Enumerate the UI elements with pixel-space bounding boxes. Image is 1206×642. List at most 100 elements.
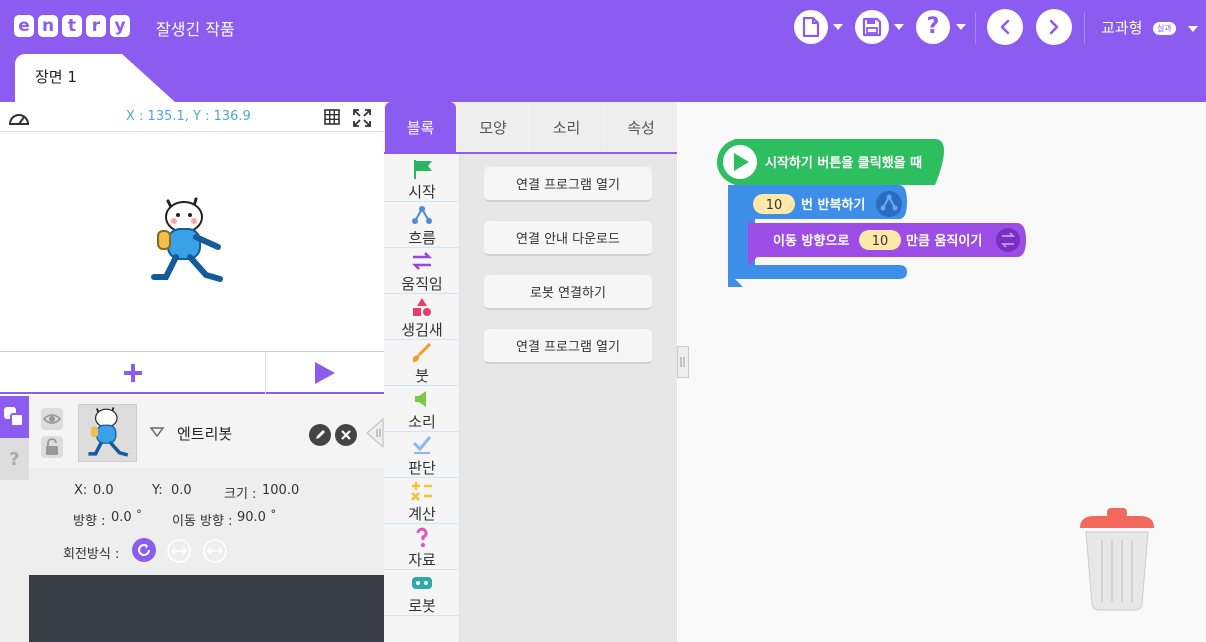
move-direction-block[interactable]: 이동 방향으로 10 만큼 움직이기 [748, 223, 1026, 265]
new-file-button[interactable] [794, 10, 828, 44]
tab-shapes[interactable]: 모양 [458, 102, 528, 152]
save-caret-icon[interactable] [894, 24, 904, 30]
object-panel-footer [29, 575, 384, 642]
tab-sounds[interactable]: 소리 [531, 102, 602, 152]
undo-button[interactable] [987, 9, 1023, 45]
category-label: 흐름 [408, 229, 436, 247]
speed-gauge-icon[interactable] [7, 108, 31, 126]
trash-can-icon[interactable] [1080, 508, 1154, 612]
logo-letter-n: n [38, 15, 58, 37]
shapes-icon [413, 298, 431, 316]
entry-logo[interactable]: e n t r y [14, 15, 130, 37]
fullscreen-icon[interactable] [353, 109, 371, 127]
direction-value[interactable]: 0.0 ˚ [111, 510, 142, 525]
triangle-down-icon[interactable] [150, 427, 164, 437]
top-bar: e n t r y 잘생긴 작품 ? 교과형 실과 장면 1 [0, 0, 1206, 102]
run-button[interactable] [266, 352, 384, 394]
objects-icon [4, 407, 24, 427]
palette-block-open-program[interactable]: 연결 프로그램 열기 [484, 167, 652, 202]
tab-blocks[interactable]: 블록 [385, 102, 456, 152]
category-robot[interactable]: 로봇 [384, 570, 460, 616]
x-label: X: [74, 483, 88, 498]
category-label: 로봇 [408, 597, 436, 615]
size-value[interactable]: 100.0 [262, 483, 299, 498]
category-label: 판단 [408, 459, 436, 477]
mode-caret-icon[interactable] [1188, 26, 1198, 32]
edit-object-button[interactable] [309, 424, 331, 446]
category-calculation[interactable]: 계산 [384, 478, 460, 524]
lock-toggle[interactable] [41, 436, 63, 458]
object-list-item[interactable]: 엔트리봇 [29, 396, 384, 468]
project-title[interactable]: 잘생긴 작품 [156, 16, 235, 40]
file-icon [802, 17, 820, 37]
y-value[interactable]: 0.0 [171, 483, 192, 498]
repeat-block-label: 번 반복하기 [801, 197, 865, 213]
category-brush[interactable]: 붓 [384, 340, 460, 386]
chevron-left-icon [1000, 19, 1010, 35]
palette-block-download-guide[interactable]: 연결 안내 다운로드 [484, 221, 652, 256]
panel-resize-handle-icon[interactable] [366, 418, 384, 448]
new-file-caret-icon[interactable] [833, 24, 843, 30]
logo-letter-t: t [62, 15, 82, 37]
stage-toolbar: X : 135.1, Y : 136.9 [0, 102, 384, 132]
unlock-icon [46, 438, 58, 455]
palette-block-connect-robot[interactable]: 로봇 연결하기 [484, 275, 652, 310]
logo-letter-y: y [110, 15, 130, 37]
category-label: 붓 [415, 367, 429, 385]
help-button[interactable]: ? [916, 10, 950, 44]
category-data[interactable]: 자료 [384, 524, 460, 570]
category-judgement[interactable]: 판단 [384, 432, 460, 478]
category-sound[interactable]: 소리 [384, 386, 460, 432]
palette-block-open-program[interactable]: 연결 프로그램 열기 [484, 329, 652, 364]
mode-badge: 실과 [1153, 22, 1176, 35]
move-arrows-icon [411, 252, 433, 270]
question-icon: ? [926, 14, 940, 39]
block-category-list: 시작 흐름 움직임 생김새 붓 소리 판단 계산 자료 로봇 [384, 154, 460, 642]
y-label: Y: [152, 483, 163, 498]
visibility-toggle[interactable] [41, 408, 63, 430]
object-thumbnail[interactable] [78, 404, 137, 462]
entrybot-sprite[interactable] [146, 195, 226, 289]
start-block-label: 시작하기 버튼을 클릭했을 때 [765, 155, 922, 171]
category-movement[interactable]: 움직임 [384, 248, 460, 294]
toolbar-divider [975, 12, 976, 44]
entrybot-thumbnail-icon [88, 407, 129, 457]
move-direction-value[interactable]: 90.0 ˚ [237, 510, 277, 525]
trash-icon [1080, 508, 1154, 611]
save-button[interactable] [855, 10, 889, 44]
category-start[interactable]: 시작 [384, 156, 460, 202]
category-flow[interactable]: 흐름 [384, 202, 460, 248]
add-object-button[interactable] [0, 352, 266, 394]
category-label: 생김새 [401, 321, 443, 339]
rotation-mode-label: 회전방식 : [63, 547, 120, 562]
stage-canvas[interactable] [0, 132, 384, 352]
direction-label: 방향 : [73, 514, 106, 529]
logo-letter-e: e [14, 15, 34, 37]
mode-selector[interactable]: 교과형 [1101, 17, 1142, 38]
category-looks[interactable]: 생김새 [384, 294, 460, 340]
close-icon [341, 430, 351, 440]
delete-object-button[interactable] [335, 424, 357, 446]
no-rotation-icon[interactable] [203, 539, 227, 563]
tab-properties[interactable]: 속성 [605, 102, 677, 152]
flip-horizontal-icon[interactable] [167, 539, 191, 563]
grid-icon[interactable] [324, 109, 340, 125]
logo-letter-r: r [86, 15, 106, 37]
redo-button[interactable] [1036, 9, 1072, 45]
help-tab[interactable]: ? [0, 438, 29, 480]
object-list-tab[interactable] [0, 396, 29, 438]
check-icon [412, 436, 432, 454]
drag-handle-icon [680, 357, 685, 367]
help-caret-icon[interactable] [956, 24, 966, 30]
brush-icon [412, 343, 432, 362]
workspace-splitter[interactable] [677, 346, 689, 378]
question-icon: ? [9, 448, 20, 470]
block-tabs: 블록 모양 소리 속성 [384, 102, 677, 154]
object-properties: X: 0.0 Y: 0.0 크기 : 100.0 방향 : 0.0 ˚ 이동 방… [29, 468, 384, 575]
object-name[interactable]: 엔트리봇 [177, 423, 232, 444]
code-workspace[interactable]: 시작하기 버튼을 클릭했을 때 10 번 반복하기 이동 방향으로 10 만큼 … [677, 102, 1206, 642]
scene-tab[interactable]: 장면 1 [15, 54, 175, 102]
when-start-clicked-block[interactable]: 시작하기 버튼을 클릭했을 때 [717, 139, 944, 185]
x-value[interactable]: 0.0 [93, 483, 114, 498]
rotate-free-icon[interactable] [132, 538, 156, 562]
